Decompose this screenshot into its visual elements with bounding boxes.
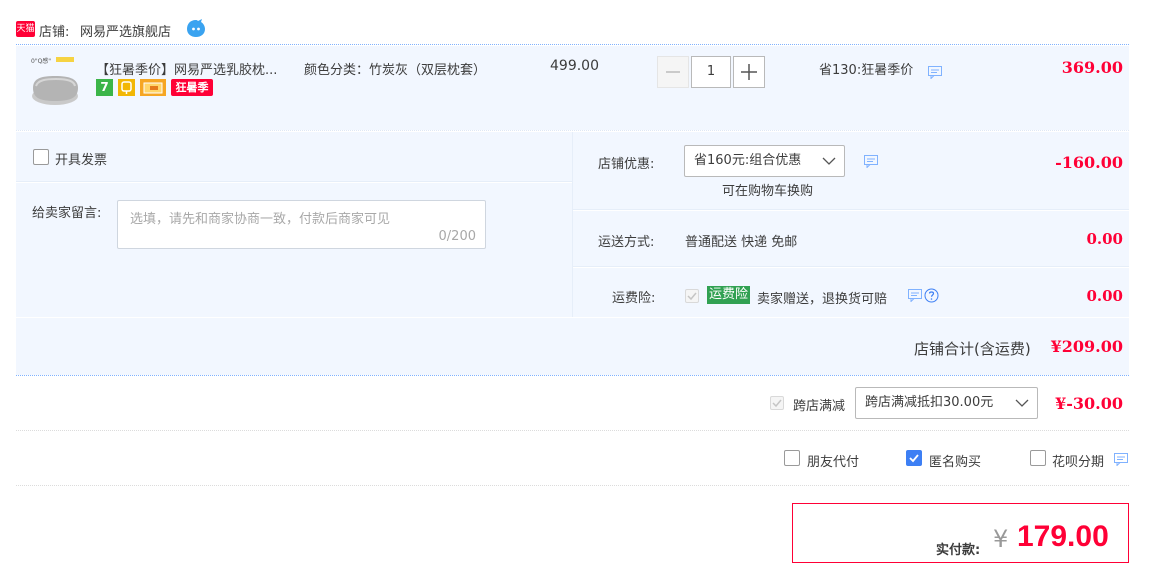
- friend-pay-label: 朋友代付: [807, 455, 860, 470]
- quality-icon: [118, 79, 135, 96]
- options-row: 朋友代付 匿名购买 花呗分期: [16, 432, 1129, 484]
- help-icon[interactable]: [924, 288, 939, 307]
- product-title[interactable]: 【狂暑季价】网易严选乳胶枕...: [96, 59, 277, 78]
- credit-card-icon: [140, 79, 166, 96]
- anonymous-checkbox[interactable]: [906, 450, 922, 466]
- cross-store-selected: 跨店满减抵扣30.00元: [865, 395, 994, 410]
- message-icon[interactable]: [1114, 453, 1128, 470]
- quantity-input[interactable]: 1: [691, 56, 731, 88]
- insurance-label: 运费险:: [612, 291, 656, 306]
- product-image-caption: 0"Q感": [31, 58, 52, 65]
- cross-store-select[interactable]: 跨店满减抵扣30.00元: [855, 387, 1038, 419]
- shop-total-row: 店铺合计(含运费) ¥209.00: [16, 318, 1129, 375]
- insurance-badge: 运费险: [707, 286, 751, 304]
- shipping-label: 运送方式:: [598, 235, 655, 250]
- coupon-label: 店铺优惠:: [598, 157, 655, 172]
- message-section: 给卖家留言: 选填，请先和商家协商一致，付款后商家可见 0/200: [16, 183, 572, 317]
- product-unit-price: 499.00: [550, 58, 599, 74]
- seven-day-return-icon: 7: [96, 79, 113, 96]
- coupon-select[interactable]: 省160元:组合优惠: [684, 145, 845, 177]
- cross-store-amount: ¥-30.00: [1055, 394, 1123, 413]
- message-icon[interactable]: [864, 155, 878, 172]
- product-image[interactable]: 0"Q感": [28, 56, 84, 112]
- divider: [16, 44, 1129, 45]
- cross-store-checkbox: [770, 396, 784, 410]
- invoice-section: 开具发票: [16, 132, 572, 181]
- insurance-amount: 0.00: [1086, 287, 1123, 305]
- cross-store-row: 跨店满减 跨店满减抵扣30.00元 ¥-30.00: [16, 377, 1129, 429]
- shop-label: 店铺:: [39, 25, 70, 40]
- cross-store-label: 跨店满减: [793, 399, 846, 414]
- message-placeholder: 选填，请先和商家协商一致，付款后商家可见: [130, 212, 391, 227]
- wangwang-chat-icon[interactable]: [186, 19, 206, 43]
- final-currency: ¥: [993, 525, 1009, 553]
- anonymous-label: 匿名购买: [929, 455, 982, 470]
- summer-sale-tag: 狂暑季: [171, 79, 213, 96]
- invoice-checkbox[interactable]: [33, 149, 49, 165]
- product-row: 0"Q感" 【狂暑季价】网易严选乳胶枕... 7 狂暑季 颜色分类：竹炭灰（双层…: [16, 46, 1129, 130]
- shipping-amount: 0.00: [1086, 230, 1123, 248]
- product-tags: 7 狂暑季: [96, 79, 236, 97]
- quantity-stepper: 1: [657, 56, 765, 88]
- message-icon[interactable]: [908, 289, 922, 306]
- shipping-section: 运送方式: 普通配送 快递 免邮 0.00: [573, 211, 1129, 266]
- insurance-desc: 卖家赠送，退换货可赔: [757, 292, 888, 307]
- huabei-label: 花呗分期: [1052, 455, 1105, 470]
- coupon-section: 店铺优惠: 省160元:组合优惠 可在购物车换购 -160.00: [573, 132, 1129, 209]
- coupon-amount: -160.00: [1055, 153, 1123, 172]
- message-textarea[interactable]: 选填，请先和商家协商一致，付款后商家可见 0/200: [117, 200, 486, 249]
- invoice-label: 开具发票: [55, 153, 108, 168]
- tmall-badge: 天猫: [16, 21, 35, 37]
- shipping-method: 普通配送 快递 免邮: [685, 235, 798, 250]
- message-icon[interactable]: [928, 66, 942, 83]
- final-amount: 179.00: [1017, 520, 1109, 553]
- final-payment-box: 实付款: ¥ 179.00: [792, 503, 1129, 563]
- divider: [16, 375, 1129, 376]
- insurance-section: 运费险: 运费险 卖家赠送，退换货可赔 0.00: [573, 268, 1129, 317]
- quantity-decrease-button[interactable]: [657, 56, 689, 88]
- product-image-tag: [56, 57, 74, 62]
- shop-total-amount: ¥209.00: [1050, 337, 1123, 356]
- product-promo: 省130:狂暑季价: [819, 63, 914, 78]
- message-counter: 0/200: [438, 229, 476, 244]
- friend-pay-checkbox[interactable]: [784, 450, 800, 466]
- final-label: 实付款:: [936, 543, 981, 558]
- coupon-note: 可在购物车换购: [722, 184, 814, 199]
- message-label: 给卖家留言:: [32, 206, 102, 221]
- divider: [16, 430, 1129, 431]
- coupon-selected: 省160元:组合优惠: [694, 153, 802, 168]
- divider: [16, 130, 1129, 131]
- quantity-increase-button[interactable]: [733, 56, 765, 88]
- huabei-checkbox[interactable]: [1030, 450, 1046, 466]
- product-subtotal: 369.00: [1061, 58, 1123, 77]
- shop-name[interactable]: 网易严选旗舰店: [80, 21, 171, 40]
- divider: [573, 266, 1129, 267]
- divider: [16, 181, 572, 182]
- shop-total-label: 店铺合计(含运费): [914, 340, 1031, 358]
- divider: [16, 485, 1129, 486]
- divider: [573, 209, 1129, 210]
- insurance-checkbox: [685, 289, 699, 303]
- product-sku: 颜色分类：竹炭灰（双层枕套）: [304, 63, 487, 78]
- shop-header: 天猫 店铺: 网易严选旗舰店: [16, 18, 1129, 42]
